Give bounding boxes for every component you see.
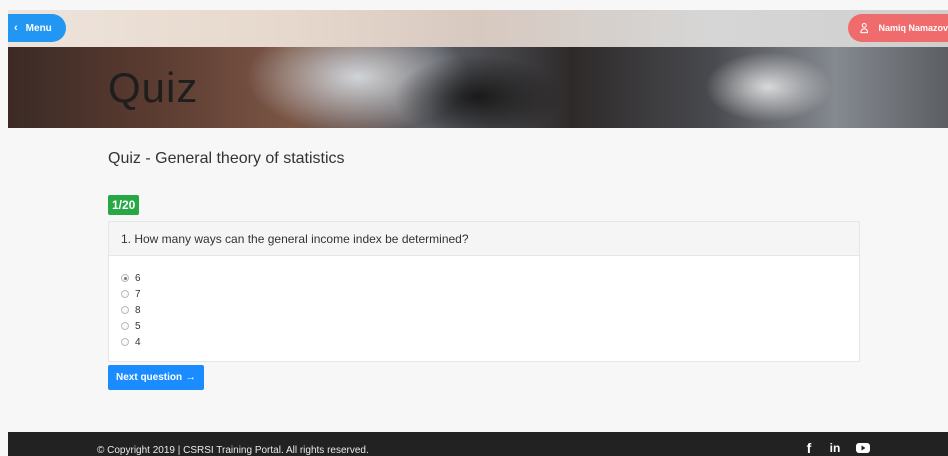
user-button[interactable]: Namiq Namazov (848, 14, 948, 42)
question-card: 1. How many ways can the general income … (108, 221, 860, 362)
question-text: 1. How many ways can the general income … (109, 222, 859, 256)
menu-button[interactable]: ‹ Menu (8, 14, 66, 42)
copyright-text: © Copyright 2019 | CSRSI Training Portal… (97, 445, 369, 456)
top-bar (8, 10, 948, 47)
user-name: Namiq Namazov (878, 23, 948, 33)
youtube-icon[interactable] (855, 440, 871, 456)
radio-button[interactable] (121, 306, 129, 314)
radio-button[interactable] (121, 290, 129, 298)
answer-option-4[interactable]: 5 (121, 318, 859, 334)
page: ‹ Menu Namiq Namazov Quiz Quiz - General… (0, 0, 948, 456)
answer-option-label: 6 (135, 272, 141, 284)
radio-button[interactable] (121, 338, 129, 346)
youtube-play-icon (856, 443, 870, 453)
radio-button[interactable] (121, 322, 129, 330)
chevron-left-icon: ‹ (14, 21, 18, 34)
question-counter-badge: 1/20 (108, 195, 140, 215)
next-question-button[interactable]: Next question → (108, 365, 205, 390)
quiz-heading: Quiz - General theory of statistics (108, 150, 345, 167)
user-icon (860, 23, 869, 34)
linkedin-icon[interactable]: in (826, 440, 844, 456)
answer-option-1[interactable]: 6 (121, 270, 859, 286)
answer-option-label: 8 (135, 304, 141, 316)
menu-button-label: Menu (25, 22, 52, 34)
answer-option-label: 4 (135, 336, 141, 348)
answer-option-5[interactable]: 4 (121, 334, 859, 350)
next-question-label: Next question (116, 372, 183, 383)
answer-options: 6 7 8 5 4 (109, 256, 859, 350)
answer-option-2[interactable]: 7 (121, 286, 859, 302)
arrow-right-icon: → (185, 371, 197, 383)
page-title: Quiz (108, 64, 199, 111)
answer-option-label: 5 (135, 320, 141, 332)
radio-button[interactable] (121, 274, 129, 282)
answer-option-label: 7 (135, 288, 141, 300)
answer-option-3[interactable]: 8 (121, 302, 859, 318)
facebook-icon[interactable]: f (803, 440, 815, 456)
